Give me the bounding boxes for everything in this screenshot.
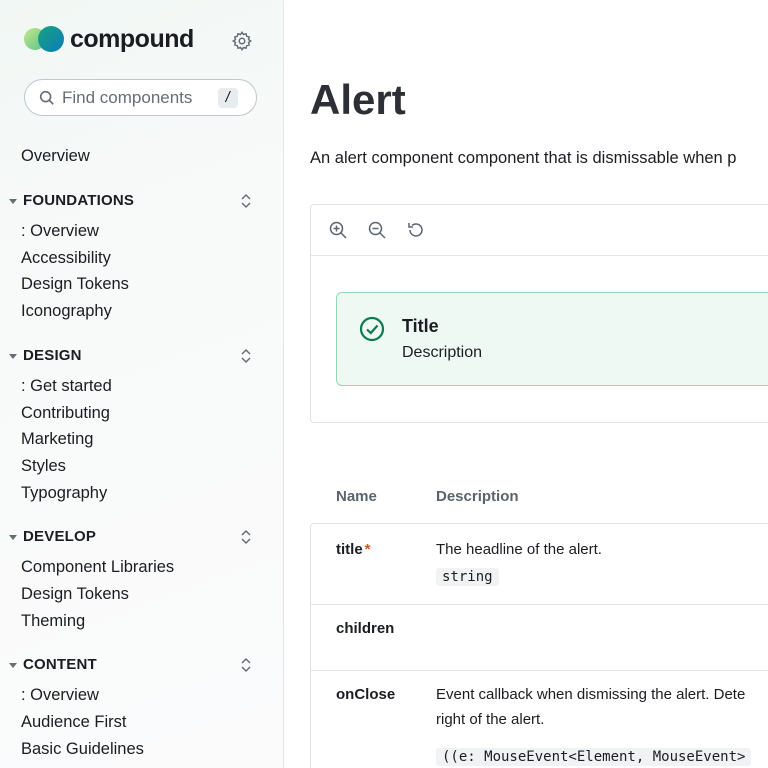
section-title: CONTENT xyxy=(23,656,97,674)
sidebar-item[interactable]: : Overview xyxy=(0,682,283,709)
sidebar: compound Find components / Overview FOUN… xyxy=(0,0,284,768)
caret-down-icon xyxy=(9,199,17,204)
props-header-description: Description xyxy=(436,488,519,505)
sidebar-item[interactable]: Iconography xyxy=(0,298,283,325)
prop-name: onClose xyxy=(336,686,396,703)
caret-down-icon xyxy=(9,353,17,359)
preview-toolbar xyxy=(311,205,768,256)
search-icon xyxy=(38,89,56,107)
zoom-out-icon[interactable] xyxy=(367,220,387,240)
sidebar-item[interactable]: Theming xyxy=(0,608,283,635)
sidebar-item[interactable]: Accessibility xyxy=(0,245,283,272)
props-table: title * The headline of the alert. string… xyxy=(310,523,768,768)
sidebar-item[interactable]: Contributing xyxy=(0,400,283,427)
prop-description: Event callback when dismissing the alert… xyxy=(436,686,746,703)
caret-down-icon xyxy=(9,663,17,669)
brand-logo[interactable]: compound xyxy=(24,26,194,52)
alert-example: Title Description xyxy=(336,292,768,386)
expand-collapse-icon[interactable] xyxy=(240,657,252,673)
prop-description: The headline of the alert. xyxy=(436,541,602,558)
caret-down-icon xyxy=(9,535,17,541)
brand-name: compound xyxy=(70,25,194,53)
section-title: FOUNDATIONS xyxy=(23,192,135,209)
component-preview: Title Description xyxy=(310,204,768,423)
section-title: DESIGN xyxy=(23,346,82,364)
prop-name: title * xyxy=(336,541,371,558)
page-description: An alert component component that is dis… xyxy=(310,149,737,167)
section-header[interactable]: DESIGN xyxy=(0,343,283,369)
table-row: onClose Event callback when dismissing t… xyxy=(311,670,768,768)
section-title: DEVELOP xyxy=(23,528,97,546)
sidebar-nav: Overview FOUNDATIONS : Overview Accessib… xyxy=(0,142,283,763)
required-marker: * xyxy=(364,541,371,558)
expand-collapse-icon[interactable] xyxy=(240,348,252,364)
page-title: Alert xyxy=(310,76,406,123)
expand-collapse-icon[interactable] xyxy=(240,529,252,545)
table-row: title * The headline of the alert. string xyxy=(311,524,768,605)
check-circle-icon xyxy=(359,316,385,342)
alert-title: Title xyxy=(402,316,439,336)
search-input[interactable]: Find components / xyxy=(24,79,257,116)
nav-section-design: DESIGN : Get started Contributing Market… xyxy=(0,343,283,507)
prop-type: string xyxy=(436,568,499,586)
sidebar-item[interactable]: Design Tokens xyxy=(0,271,283,298)
section-header[interactable]: DEVELOP xyxy=(0,524,283,550)
sidebar-item[interactable]: Design Tokens xyxy=(0,581,283,608)
section-header[interactable]: CONTENT xyxy=(0,652,283,678)
sidebar-item[interactable]: Typography xyxy=(0,480,283,507)
table-row: children xyxy=(311,604,768,671)
gear-icon[interactable] xyxy=(231,30,253,52)
sidebar-item[interactable]: Basic Guidelines xyxy=(0,736,283,763)
sidebar-item[interactable]: : Overview xyxy=(0,218,283,245)
alert-description: Description xyxy=(402,344,483,361)
sidebar-item[interactable]: Audience First xyxy=(0,709,283,736)
expand-collapse-icon[interactable] xyxy=(240,193,252,209)
search-shortcut-key: / xyxy=(218,87,238,108)
sidebar-item[interactable]: Styles xyxy=(0,453,283,480)
reset-icon[interactable] xyxy=(406,220,426,240)
search-placeholder: Find components xyxy=(62,87,193,107)
main-content: Alert An alert component component that … xyxy=(284,0,768,768)
prop-type: ((e: MouseEvent<Element, MouseEvent> xyxy=(436,748,752,766)
nav-section-content: CONTENT : Overview Audience First Basic … xyxy=(0,652,283,762)
sidebar-item-overview[interactable]: Overview xyxy=(0,142,283,170)
sidebar-item[interactable]: Marketing xyxy=(0,426,283,453)
zoom-in-icon[interactable] xyxy=(328,220,348,240)
nav-section-develop: DEVELOP Component Libraries Design Token… xyxy=(0,524,283,634)
section-header[interactable]: FOUNDATIONS xyxy=(0,188,283,214)
sidebar-item[interactable]: Component Libraries xyxy=(0,554,283,581)
sidebar-item[interactable]: : Get started xyxy=(0,373,283,400)
logo-mark-icon xyxy=(24,26,64,52)
prop-description-line2: right of the alert. xyxy=(436,711,545,728)
nav-section-foundations: FOUNDATIONS : Overview Accessibility Des… xyxy=(0,188,283,325)
props-header-name: Name xyxy=(336,488,377,505)
prop-name: children xyxy=(336,620,395,637)
